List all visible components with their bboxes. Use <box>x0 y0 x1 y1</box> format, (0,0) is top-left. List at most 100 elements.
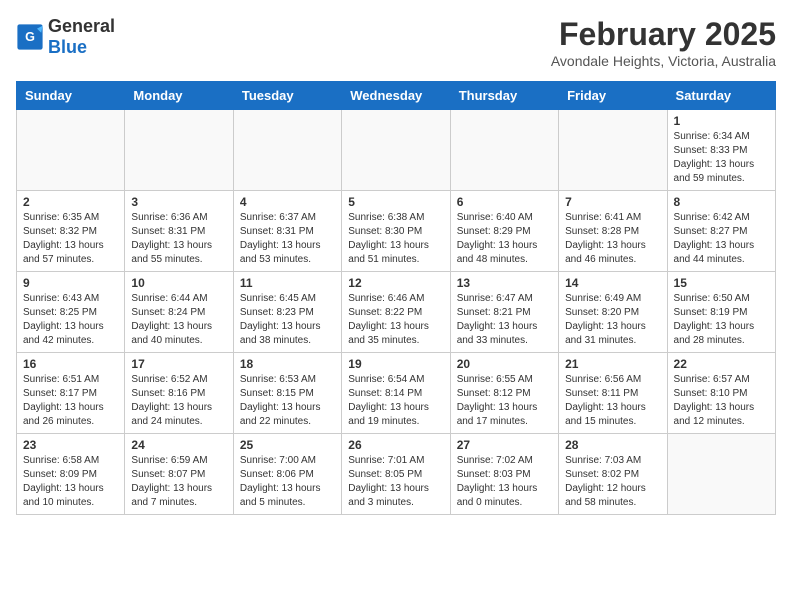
day-info: Sunrise: 7:01 AM Sunset: 8:05 PM Dayligh… <box>348 454 443 510</box>
calendar-cell: 10 Sunrise: 6:44 AM Sunset: 8:24 PM Dayli… <box>125 272 233 353</box>
weekday-header: Wednesday <box>342 82 450 110</box>
day-number: 18 <box>240 357 335 371</box>
weekday-header: Friday <box>559 82 667 110</box>
calendar-cell: 23 Sunrise: 6:58 AM Sunset: 8:09 PM Dayli… <box>17 434 125 515</box>
day-number: 12 <box>348 276 443 290</box>
page-header: G General Blue February 2025 Avondale He… <box>16 16 776 69</box>
calendar-cell: 19 Sunrise: 6:54 AM Sunset: 8:14 PM Dayli… <box>342 353 450 434</box>
calendar-cell: 9 Sunrise: 6:43 AM Sunset: 8:25 PM Daylig… <box>17 272 125 353</box>
calendar-cell: 11 Sunrise: 6:45 AM Sunset: 8:23 PM Dayli… <box>233 272 341 353</box>
day-info: Sunrise: 6:49 AM Sunset: 8:20 PM Dayligh… <box>565 292 660 348</box>
day-info: Sunrise: 6:45 AM Sunset: 8:23 PM Dayligh… <box>240 292 335 348</box>
calendar-cell: 2 Sunrise: 6:35 AM Sunset: 8:32 PM Daylig… <box>17 191 125 272</box>
day-info: Sunrise: 6:35 AM Sunset: 8:32 PM Dayligh… <box>23 211 118 267</box>
day-number: 3 <box>131 195 226 209</box>
calendar-cell: 17Sunrise: 6:52 AM Sunset: 8:16 PM Dayli… <box>125 353 233 434</box>
day-number: 26 <box>348 438 443 452</box>
calendar-cell: 18Sunrise: 6:53 AM Sunset: 8:15 PM Dayli… <box>233 353 341 434</box>
calendar-cell: 7 Sunrise: 6:41 AM Sunset: 8:28 PM Daylig… <box>559 191 667 272</box>
day-info: Sunrise: 6:44 AM Sunset: 8:24 PM Dayligh… <box>131 292 226 348</box>
calendar-cell <box>667 434 775 515</box>
day-number: 20 <box>457 357 552 371</box>
calendar-cell: 15 Sunrise: 6:50 AM Sunset: 8:19 PM Dayli… <box>667 272 775 353</box>
calendar-cell: 16 Sunrise: 6:51 AM Sunset: 8:17 PM Dayli… <box>17 353 125 434</box>
calendar-cell: 1 Sunrise: 6:34 AM Sunset: 8:33 PM Daylig… <box>667 110 775 191</box>
calendar-cell <box>559 110 667 191</box>
day-info: Sunrise: 6:59 AM Sunset: 8:07 PM Dayligh… <box>131 454 226 510</box>
calendar-cell: 3 Sunrise: 6:36 AM Sunset: 8:31 PM Daylig… <box>125 191 233 272</box>
day-number: 11 <box>240 276 335 290</box>
day-number: 23 <box>23 438 118 452</box>
calendar-cell: 22Sunrise: 6:57 AM Sunset: 8:10 PM Dayli… <box>667 353 775 434</box>
day-number: 10 <box>131 276 226 290</box>
calendar-week-row: 9 Sunrise: 6:43 AM Sunset: 8:25 PM Daylig… <box>17 272 776 353</box>
calendar-week-row: 23 Sunrise: 6:58 AM Sunset: 8:09 PM Dayli… <box>17 434 776 515</box>
day-number: 2 <box>23 195 118 209</box>
day-info: Sunrise: 6:37 AM Sunset: 8:31 PM Dayligh… <box>240 211 335 267</box>
day-number: 21 <box>565 357 660 371</box>
day-number: 25 <box>240 438 335 452</box>
day-info: Sunrise: 7:02 AM Sunset: 8:03 PM Dayligh… <box>457 454 552 510</box>
day-info: Sunrise: 6:54 AM Sunset: 8:14 PM Dayligh… <box>348 373 443 429</box>
calendar-week-row: 16 Sunrise: 6:51 AM Sunset: 8:17 PM Dayli… <box>17 353 776 434</box>
calendar-cell <box>17 110 125 191</box>
day-number: 16 <box>23 357 118 371</box>
calendar-cell: 27 Sunrise: 7:02 AM Sunset: 8:03 PM Dayli… <box>450 434 558 515</box>
day-number: 8 <box>674 195 769 209</box>
weekday-header-row: SundayMondayTuesdayWednesdayThursdayFrid… <box>17 82 776 110</box>
calendar-cell: 12 Sunrise: 6:46 AM Sunset: 8:22 PM Dayli… <box>342 272 450 353</box>
day-info: Sunrise: 6:42 AM Sunset: 8:27 PM Dayligh… <box>674 211 769 267</box>
weekday-header: Monday <box>125 82 233 110</box>
day-info: Sunrise: 6:43 AM Sunset: 8:25 PM Dayligh… <box>23 292 118 348</box>
weekday-header: Sunday <box>17 82 125 110</box>
calendar-cell: 4 Sunrise: 6:37 AM Sunset: 8:31 PM Daylig… <box>233 191 341 272</box>
day-number: 22 <box>674 357 769 371</box>
day-number: 28 <box>565 438 660 452</box>
day-info: Sunrise: 7:03 AM Sunset: 8:02 PM Dayligh… <box>565 454 660 510</box>
day-info: Sunrise: 6:46 AM Sunset: 8:22 PM Dayligh… <box>348 292 443 348</box>
logo-icon: G <box>16 23 44 51</box>
weekday-header: Thursday <box>450 82 558 110</box>
calendar-cell: 25Sunrise: 7:00 AM Sunset: 8:06 PM Dayli… <box>233 434 341 515</box>
day-info: Sunrise: 6:52 AM Sunset: 8:16 PM Dayligh… <box>131 373 226 429</box>
day-number: 1 <box>674 114 769 128</box>
day-info: Sunrise: 6:55 AM Sunset: 8:12 PM Dayligh… <box>457 373 552 429</box>
day-number: 6 <box>457 195 552 209</box>
day-number: 19 <box>348 357 443 371</box>
day-info: Sunrise: 6:50 AM Sunset: 8:19 PM Dayligh… <box>674 292 769 348</box>
day-number: 27 <box>457 438 552 452</box>
month-title: February 2025 <box>551 16 776 53</box>
calendar-cell <box>342 110 450 191</box>
day-info: Sunrise: 6:56 AM Sunset: 8:11 PM Dayligh… <box>565 373 660 429</box>
day-info: Sunrise: 6:51 AM Sunset: 8:17 PM Dayligh… <box>23 373 118 429</box>
calendar-cell: 8 Sunrise: 6:42 AM Sunset: 8:27 PM Daylig… <box>667 191 775 272</box>
day-info: Sunrise: 6:41 AM Sunset: 8:28 PM Dayligh… <box>565 211 660 267</box>
calendar-week-row: 1 Sunrise: 6:34 AM Sunset: 8:33 PM Daylig… <box>17 110 776 191</box>
day-info: Sunrise: 6:40 AM Sunset: 8:29 PM Dayligh… <box>457 211 552 267</box>
day-number: 4 <box>240 195 335 209</box>
day-info: Sunrise: 6:47 AM Sunset: 8:21 PM Dayligh… <box>457 292 552 348</box>
calendar-cell: 28 Sunrise: 7:03 AM Sunset: 8:02 PM Dayli… <box>559 434 667 515</box>
day-info: Sunrise: 6:58 AM Sunset: 8:09 PM Dayligh… <box>23 454 118 510</box>
day-number: 24 <box>131 438 226 452</box>
calendar-cell: 21 Sunrise: 6:56 AM Sunset: 8:11 PM Dayli… <box>559 353 667 434</box>
logo-general: General <box>48 16 115 36</box>
calendar-cell: 26 Sunrise: 7:01 AM Sunset: 8:05 PM Dayli… <box>342 434 450 515</box>
calendar-table: SundayMondayTuesdayWednesdayThursdayFrid… <box>16 81 776 515</box>
logo-text: General Blue <box>48 16 115 58</box>
day-info: Sunrise: 6:34 AM Sunset: 8:33 PM Dayligh… <box>674 130 769 186</box>
day-number: 9 <box>23 276 118 290</box>
svg-text:G: G <box>25 30 35 44</box>
day-info: Sunrise: 6:36 AM Sunset: 8:31 PM Dayligh… <box>131 211 226 267</box>
logo: G General Blue <box>16 16 115 58</box>
day-number: 14 <box>565 276 660 290</box>
calendar-cell: 14 Sunrise: 6:49 AM Sunset: 8:20 PM Dayli… <box>559 272 667 353</box>
calendar-cell <box>125 110 233 191</box>
calendar-cell: 5Sunrise: 6:38 AM Sunset: 8:30 PM Daylig… <box>342 191 450 272</box>
weekday-header: Saturday <box>667 82 775 110</box>
location-title: Avondale Heights, Victoria, Australia <box>551 53 776 69</box>
calendar-cell <box>233 110 341 191</box>
day-number: 7 <box>565 195 660 209</box>
calendar-cell: 20 Sunrise: 6:55 AM Sunset: 8:12 PM Dayli… <box>450 353 558 434</box>
day-number: 15 <box>674 276 769 290</box>
